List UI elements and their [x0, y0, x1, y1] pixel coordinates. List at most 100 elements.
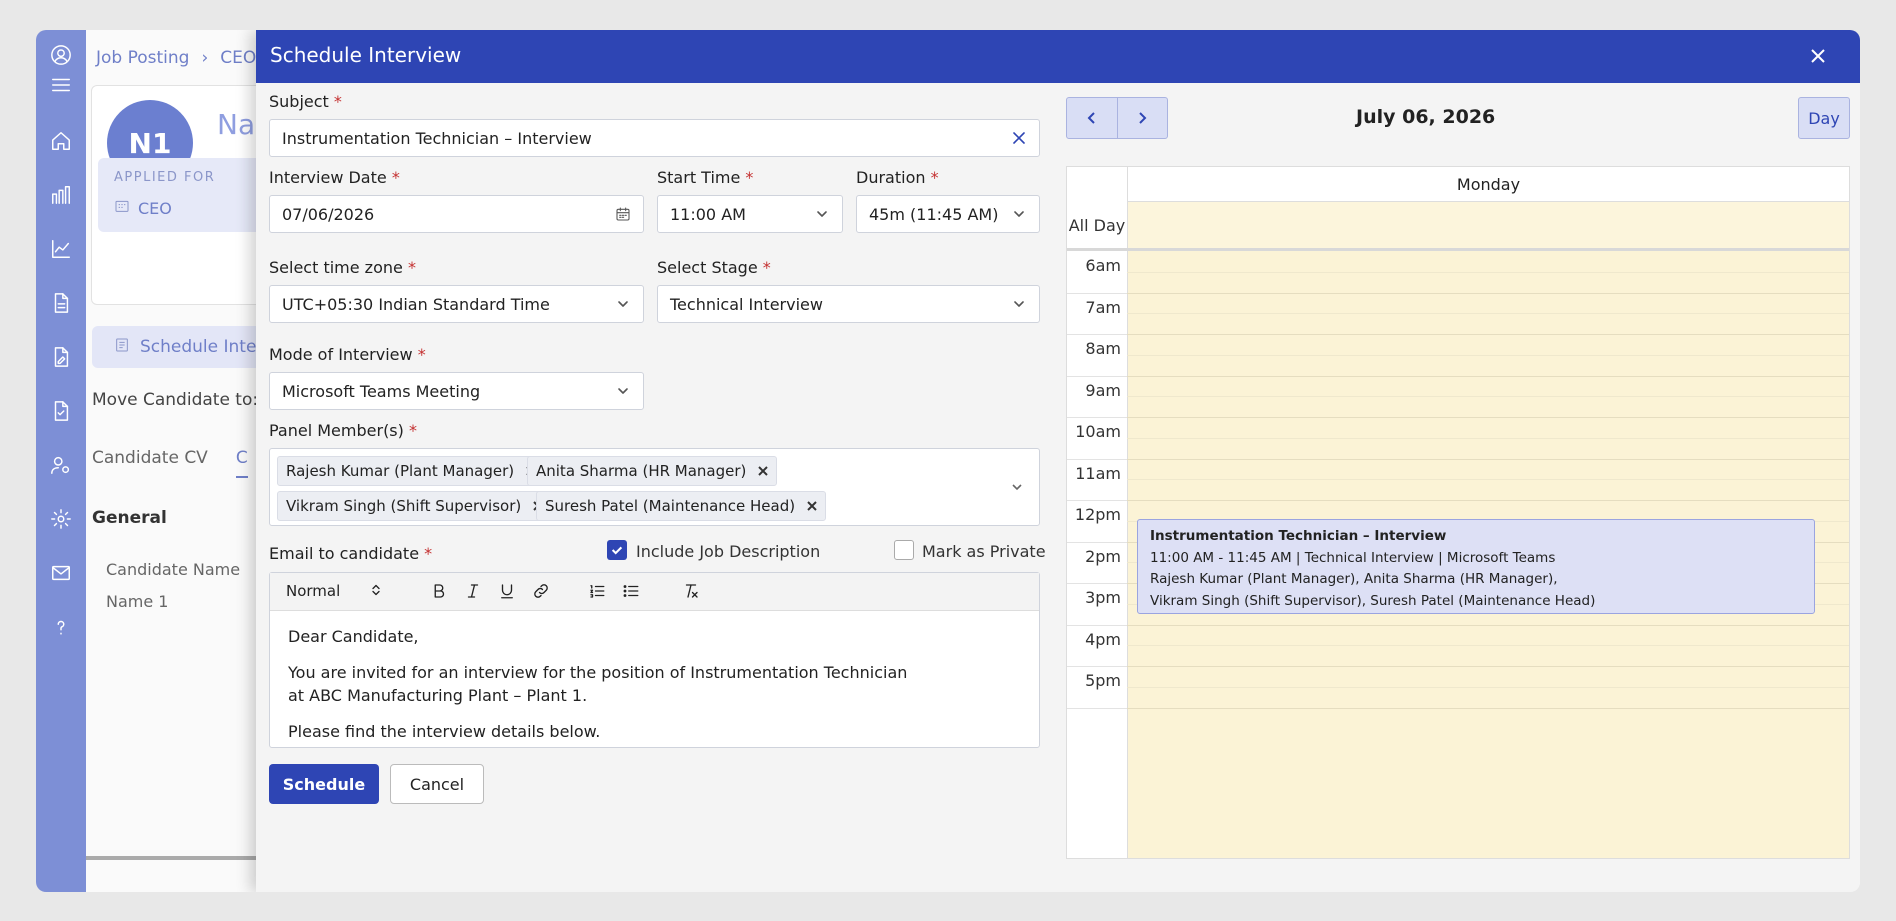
event-attendees: Vikram Singh (Shift Supervisor), Suresh …: [1150, 592, 1596, 609]
next-day-button[interactable]: [1116, 98, 1168, 138]
half-hour-line: [1127, 313, 1849, 315]
stage-select[interactable]: Technical Interview: [657, 285, 1040, 323]
hour-line: [1127, 666, 1849, 667]
half-hour-line: [1127, 479, 1849, 481]
bullet-list-icon[interactable]: [622, 582, 640, 600]
include-jd-label: Include Job Description: [636, 542, 821, 561]
user-settings-icon[interactable]: [36, 450, 86, 480]
mode-label: Mode of Interview *: [269, 345, 426, 364]
building-icon: [114, 198, 130, 218]
menu-icon[interactable]: [36, 70, 86, 100]
hour-line: [1127, 375, 1849, 377]
panel-members-select[interactable]: Rajesh Kumar (Plant Manager) Anita Sharm…: [269, 448, 1040, 526]
hour-label: 12pm: [1074, 505, 1121, 524]
italic-icon[interactable]: [464, 582, 482, 600]
document-edit-icon[interactable]: [36, 342, 86, 372]
interview-date-label: Interview Date *: [269, 168, 400, 187]
hour-tick: [1067, 458, 1127, 460]
half-hour-line: [1127, 686, 1849, 688]
hour-label: 4pm: [1085, 629, 1121, 649]
editor-toolbar: Normal: [270, 573, 1039, 611]
tab-candidate-cv[interactable]: Candidate CV: [92, 448, 208, 478]
event-attendees: Rajesh Kumar (Plant Manager), Anita Shar…: [1150, 571, 1558, 587]
dialog-title: Schedule Interview: [270, 43, 462, 67]
format-select[interactable]: Normal: [286, 582, 382, 600]
close-button[interactable]: [1806, 44, 1830, 68]
home-icon[interactable]: [36, 126, 86, 156]
breadcrumb-job-posting[interactable]: Job Posting: [96, 48, 189, 68]
bold-icon[interactable]: [430, 582, 448, 600]
subject-input[interactable]: Instrumentation Technician – Interview: [269, 119, 1040, 157]
horizontal-scrollbar[interactable]: [86, 856, 256, 860]
applied-for-value: CEO: [114, 198, 172, 218]
interview-date-input[interactable]: 07/06/2026: [269, 195, 644, 233]
hour-tick: [1067, 500, 1127, 501]
calendar-event[interactable]: Instrumentation Technician – Interview 1…: [1137, 519, 1815, 614]
all-day-label: All Day: [1068, 216, 1126, 235]
sidebar: [36, 30, 86, 892]
ordered-list-icon[interactable]: [588, 582, 606, 600]
document-icon[interactable]: [36, 288, 86, 318]
half-hour-line: [1127, 645, 1849, 647]
chevron-down-icon: [1011, 296, 1027, 312]
document-check-icon[interactable]: [36, 396, 86, 426]
email-paragraph: You are invited for an interview for the…: [288, 661, 1021, 707]
candidate-name: Na: [217, 108, 256, 141]
mark-private-checkbox[interactable]: [894, 540, 914, 560]
schedule-interview-dialog: Schedule Interview Subject * Instrumenta…: [256, 30, 1860, 892]
half-hour-line: [1127, 396, 1849, 398]
bar-chart-icon[interactable]: [36, 180, 86, 210]
hour-tick: [1067, 624, 1127, 626]
mail-icon[interactable]: [36, 558, 86, 588]
all-day-cell[interactable]: [1127, 202, 1849, 249]
email-body[interactable]: Dear Candidate, You are invited for an i…: [288, 625, 1021, 756]
hour-line: [1127, 292, 1849, 294]
day-view-button[interactable]: Day: [1798, 97, 1850, 139]
start-time-select[interactable]: 11:00 AM: [657, 195, 843, 233]
chevron-right-icon: ›: [201, 48, 209, 68]
event-title: Instrumentation Technician – Interview: [1150, 528, 1447, 544]
half-hour-line: [1127, 354, 1849, 356]
duration-select[interactable]: 45m (11:45 AM): [856, 195, 1040, 233]
chevron-down-icon: [1011, 206, 1027, 222]
include-jd-checkbox[interactable]: [607, 540, 627, 560]
remove-chip-icon[interactable]: [807, 497, 817, 515]
email-line: Dear Candidate,: [288, 627, 419, 646]
help-icon[interactable]: [36, 612, 86, 642]
chevron-down-icon[interactable]: [1009, 479, 1025, 499]
underline-icon[interactable]: [498, 582, 516, 600]
hour-label: 10am: [1075, 422, 1121, 441]
prev-day-button[interactable]: [1067, 98, 1117, 138]
tab-second[interactable]: C: [235, 448, 248, 478]
cancel-button[interactable]: Cancel: [390, 764, 484, 804]
email-label: Email to candidate *: [269, 544, 433, 563]
clear-format-icon[interactable]: [682, 582, 700, 600]
event-details: 11:00 AM - 11:45 AM | Technical Intervie…: [1150, 549, 1556, 566]
panel-label: Panel Member(s) *: [269, 421, 417, 440]
calendar-grid: Monday All Day 6am 7am 8am 9am 10am 11am 12pm 2…: [1066, 166, 1850, 859]
line-chart-icon[interactable]: [36, 234, 86, 264]
hour-tick: [1067, 375, 1127, 377]
dialog-header: Schedule Interview: [256, 30, 1860, 83]
hour-line: [1127, 707, 1849, 709]
breadcrumb: Job Posting › CEO: [96, 48, 256, 68]
hour-line: [1127, 500, 1849, 501]
calendar-icon[interactable]: [615, 206, 631, 222]
email-line: at ABC Manufacturing Plant – Plant 1.: [288, 686, 588, 705]
hour-tick: [1067, 292, 1127, 294]
hour-label: 2pm: [1085, 546, 1121, 566]
time-zone-select[interactable]: UTC+05:30 Indian Standard Time: [269, 285, 644, 323]
gear-icon[interactable]: [36, 504, 86, 534]
mode-select[interactable]: Microsoft Teams Meeting: [269, 372, 644, 410]
user-profile-icon[interactable]: [36, 40, 86, 70]
chevron-down-icon: [814, 206, 830, 222]
hour-tick: [1067, 541, 1127, 543]
schedule-button[interactable]: Schedule: [269, 764, 379, 804]
link-icon[interactable]: [532, 582, 550, 600]
candidate-tabs: Candidate CV C: [92, 448, 248, 478]
clear-icon[interactable]: [1011, 130, 1027, 146]
schedule-interview-button-bg[interactable]: Schedule Inter: [92, 326, 282, 368]
weekday-header: Monday: [1127, 167, 1849, 202]
remove-chip-icon[interactable]: [758, 462, 769, 480]
breadcrumb-ceo[interactable]: CEO: [220, 48, 256, 68]
